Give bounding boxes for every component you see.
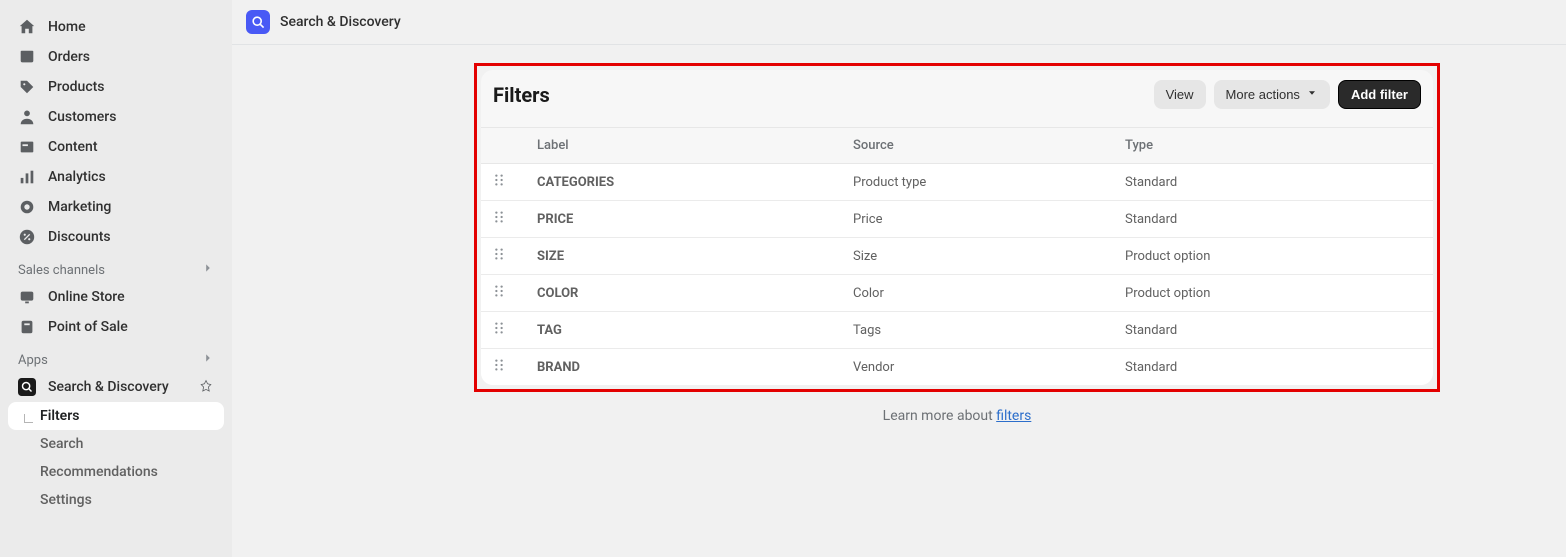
table-row[interactable]: SIZESizeProduct option — [481, 238, 1433, 275]
sales-channels-heading[interactable]: Sales channels — [0, 252, 232, 282]
nav-label: Home — [48, 19, 86, 35]
nav-content[interactable]: Content — [0, 132, 232, 162]
filters-table: Label Source Type CATEGORIESProduct type… — [481, 127, 1433, 385]
filter-label: TAG — [525, 312, 841, 349]
col-source: Source — [841, 128, 1113, 164]
chevron-right-icon — [202, 352, 214, 368]
learn-more-text: Learn more about filters — [474, 392, 1440, 440]
discounts-icon — [18, 228, 36, 246]
nav-label: Analytics — [48, 169, 106, 185]
nav-subitem-search[interactable]: Search — [0, 430, 232, 458]
table-row[interactable]: COLORColorProduct option — [481, 275, 1433, 312]
online-store-icon — [18, 288, 36, 306]
nav-subitem-filters[interactable]: Filters — [8, 402, 224, 430]
nav-label: Products — [48, 79, 105, 95]
nav-customers[interactable]: Customers — [0, 102, 232, 132]
add-filter-button[interactable]: Add filter — [1338, 80, 1421, 109]
nav-discounts[interactable]: Discounts — [0, 222, 232, 252]
filter-source: Vendor — [841, 349, 1113, 386]
filter-type: Standard — [1113, 201, 1433, 238]
filter-label: CATEGORIES — [525, 164, 841, 201]
filter-label: COLOR — [525, 275, 841, 312]
analytics-icon — [18, 168, 36, 186]
drag-handle-icon[interactable] — [493, 173, 505, 187]
drag-handle-icon[interactable] — [493, 358, 505, 372]
pos-icon — [18, 318, 36, 336]
filter-source: Color — [841, 275, 1113, 312]
view-button[interactable]: View — [1154, 80, 1206, 109]
page-header: Search & Discovery — [232, 0, 1566, 45]
search-discovery-app-icon — [18, 378, 36, 396]
filter-label: SIZE — [525, 238, 841, 275]
drag-handle-icon[interactable] — [493, 210, 505, 224]
filters-card-highlight: Filters View More actions Add filte — [474, 63, 1440, 392]
drag-handle-icon[interactable] — [493, 247, 505, 261]
filter-label: PRICE — [525, 201, 841, 238]
chevron-down-icon — [1306, 87, 1318, 102]
marketing-icon — [18, 198, 36, 216]
nav-app-search-discovery[interactable]: Search & Discovery — [0, 372, 232, 402]
filter-source: Product type — [841, 164, 1113, 201]
nav-label: Online Store — [48, 289, 125, 305]
nav-online-store[interactable]: Online Store — [0, 282, 232, 312]
nav-label: Marketing — [48, 199, 111, 215]
col-label: Label — [525, 128, 841, 164]
apps-heading[interactable]: Apps — [0, 342, 232, 372]
chevron-right-icon — [202, 262, 214, 278]
nav-label: Content — [48, 139, 98, 155]
products-icon — [18, 78, 36, 96]
app-badge-icon — [246, 10, 270, 34]
home-icon — [18, 18, 36, 36]
nav-orders[interactable]: Orders — [0, 42, 232, 72]
filter-type: Product option — [1113, 275, 1433, 312]
filter-source: Size — [841, 238, 1113, 275]
filter-type: Standard — [1113, 349, 1433, 386]
content-icon — [18, 138, 36, 156]
drag-handle-icon[interactable] — [493, 284, 505, 298]
nav-label: Search & Discovery — [48, 379, 169, 395]
pin-icon[interactable] — [198, 379, 214, 395]
filters-card: Filters View More actions Add filte — [481, 70, 1433, 385]
table-row[interactable]: TAGTagsStandard — [481, 312, 1433, 349]
more-actions-button[interactable]: More actions — [1214, 80, 1330, 109]
page-title: Search & Discovery — [280, 14, 401, 30]
nav-label: Point of Sale — [48, 319, 128, 335]
nav-point-of-sale[interactable]: Point of Sale — [0, 312, 232, 342]
nav-analytics[interactable]: Analytics — [0, 162, 232, 192]
filters-card-title: Filters — [493, 83, 550, 107]
main-content: Search & Discovery Filters View More act… — [232, 0, 1566, 557]
col-type: Type — [1113, 128, 1433, 164]
nav-marketing[interactable]: Marketing — [0, 192, 232, 222]
nav-label: Customers — [48, 109, 116, 125]
filter-type: Standard — [1113, 164, 1433, 201]
table-row[interactable]: PRICEPriceStandard — [481, 201, 1433, 238]
sidebar: Home Orders Products Customers Content A… — [0, 0, 232, 557]
orders-icon — [18, 48, 36, 66]
filters-help-link[interactable]: filters — [996, 408, 1031, 424]
filter-source: Tags — [841, 312, 1113, 349]
drag-handle-icon[interactable] — [493, 321, 505, 335]
nav-subitem-settings[interactable]: Settings — [0, 486, 232, 514]
nav-label: Discounts — [48, 229, 111, 245]
nav-products[interactable]: Products — [0, 72, 232, 102]
filter-type: Standard — [1113, 312, 1433, 349]
nav-home[interactable]: Home — [0, 12, 232, 42]
customers-icon — [18, 108, 36, 126]
nav-label: Orders — [48, 49, 90, 65]
nav-subitem-recommendations[interactable]: Recommendations — [0, 458, 232, 486]
filter-source: Price — [841, 201, 1113, 238]
table-row[interactable]: BRANDVendorStandard — [481, 349, 1433, 386]
filter-label: BRAND — [525, 349, 841, 386]
filter-type: Product option — [1113, 238, 1433, 275]
table-row[interactable]: CATEGORIESProduct typeStandard — [481, 164, 1433, 201]
